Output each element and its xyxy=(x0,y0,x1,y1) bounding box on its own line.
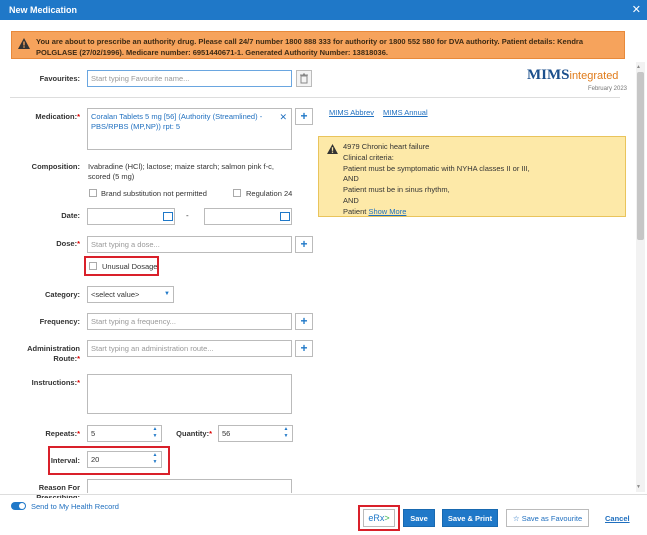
warning-icon xyxy=(18,38,30,49)
composition-label: Composition: xyxy=(31,162,80,171)
divider xyxy=(10,97,620,98)
medication-value: Coralan Tablets 5 mg [56] (Authority (St… xyxy=(91,112,263,131)
info-line: AND xyxy=(343,174,359,184)
add-frequency-button[interactable]: + xyxy=(295,313,313,330)
medication-field[interactable]: Coralan Tablets 5 mg [56] (Authority (St… xyxy=(87,108,292,150)
chevron-down-icon: ▼ xyxy=(164,291,170,297)
info-line: 4979 Chronic heart failure xyxy=(343,142,430,151)
quantity-label: Quantity:* xyxy=(176,429,212,438)
scrollbar-track[interactable]: ▲ ▼ xyxy=(636,62,645,492)
date-separator: - xyxy=(186,211,189,220)
mims-abbrev-link[interactable]: MIMS Abbrev xyxy=(329,108,374,117)
trash-icon[interactable] xyxy=(296,70,312,87)
instructions-label: Instructions:* xyxy=(31,378,80,387)
info-line: Patient must be in sinus rhythm, xyxy=(343,185,450,195)
mims-annual-link[interactable]: MIMS Annual xyxy=(383,108,428,117)
warning-icon xyxy=(327,144,338,154)
dialog-title-bar: New Medication ✕ xyxy=(0,0,647,20)
medication-label: Medication:* xyxy=(35,112,80,121)
show-more-link[interactable]: Show More xyxy=(368,207,406,216)
repeats-label: Repeats:* xyxy=(45,429,80,438)
add-dose-button[interactable]: + xyxy=(295,236,313,253)
info-line: Patient xyxy=(343,206,367,216)
star-icon: ☆ xyxy=(512,514,520,523)
regulation-24-label: Regulation 24 xyxy=(246,189,293,198)
authority-warning-banner: You are about to prescribe an authority … xyxy=(11,31,625,59)
unusual-dosage-label: Unusual Dosage xyxy=(102,262,158,271)
unusual-dosage-checkbox[interactable] xyxy=(89,262,97,270)
footer-divider xyxy=(0,494,647,495)
mims-date: February 2023 xyxy=(587,86,627,92)
reason-label: Reason For Prescribing: xyxy=(36,483,80,498)
info-line: Patient must be symptomatic with NYHA cl… xyxy=(343,163,530,173)
favourites-input[interactable]: Start typing Favourite name... xyxy=(87,70,292,87)
calendar-icon[interactable] xyxy=(280,212,290,221)
add-medication-button[interactable]: + xyxy=(295,108,313,125)
mims-brand: MIMS xyxy=(527,67,570,83)
scrollbar-thumb[interactable] xyxy=(637,72,644,240)
pbs-info-box: 4979 Chronic heart failure Clinical crit… xyxy=(318,136,626,217)
composition-value: Ivabradine (HCl); lactose; maize starch;… xyxy=(88,162,274,181)
frequency-label: Frequency: xyxy=(39,317,80,326)
add-route-button[interactable]: + xyxy=(295,340,313,357)
close-icon[interactable]: ✕ xyxy=(632,0,641,20)
remove-medication-icon[interactable]: ✕ xyxy=(279,112,287,122)
frequency-input[interactable]: Start typing a frequency... xyxy=(87,313,292,330)
category-value: <select value> xyxy=(91,290,140,299)
instructions-textarea[interactable] xyxy=(87,374,292,414)
brand-substitution-checkbox[interactable] xyxy=(89,189,97,197)
dialog-title: New Medication xyxy=(9,5,78,15)
route-input[interactable]: Start typing an administration route... xyxy=(87,340,292,357)
interval-label: Interval: xyxy=(50,456,80,465)
reason-textarea[interactable] xyxy=(87,479,292,493)
mhr-toggle[interactable] xyxy=(11,502,26,510)
favourites-label: Favourites: xyxy=(39,74,80,83)
category-label: Category: xyxy=(44,290,80,299)
save-print-button[interactable]: Save & Print xyxy=(442,509,498,527)
calendar-icon[interactable] xyxy=(163,212,173,221)
regulation-24-checkbox[interactable] xyxy=(233,189,241,197)
end-date-input[interactable] xyxy=(204,208,292,225)
info-line: AND xyxy=(343,195,359,205)
info-line: Clinical criteria: xyxy=(343,152,394,162)
date-label: Date: xyxy=(61,211,80,220)
warning-text: You are about to prescribe an authority … xyxy=(36,37,583,57)
quantity-stepper[interactable]: ▲ ▼ xyxy=(281,426,291,441)
start-date-input[interactable] xyxy=(87,208,175,225)
brand-substitution-label: Brand substitution not permitted xyxy=(101,189,207,198)
category-select[interactable]: <select value> ▼ xyxy=(87,286,174,303)
mims-logo: MIMSintegrated February 2023 xyxy=(527,67,627,95)
dose-input[interactable]: Start typing a dose... xyxy=(87,236,292,253)
erx-button[interactable]: eRx> xyxy=(363,509,395,527)
interval-stepper[interactable]: ▲ ▼ xyxy=(150,452,160,467)
save-favourite-button[interactable]: ☆ Save as Favourite xyxy=(506,509,589,527)
cancel-link[interactable]: Cancel xyxy=(605,514,630,523)
mims-suffix: integrated xyxy=(569,70,619,82)
dose-label: Dose:* xyxy=(56,239,80,248)
save-button[interactable]: Save xyxy=(403,509,435,527)
mhr-label: Send to My Health Record xyxy=(31,502,119,511)
route-label: Administration Route:* xyxy=(27,344,80,363)
